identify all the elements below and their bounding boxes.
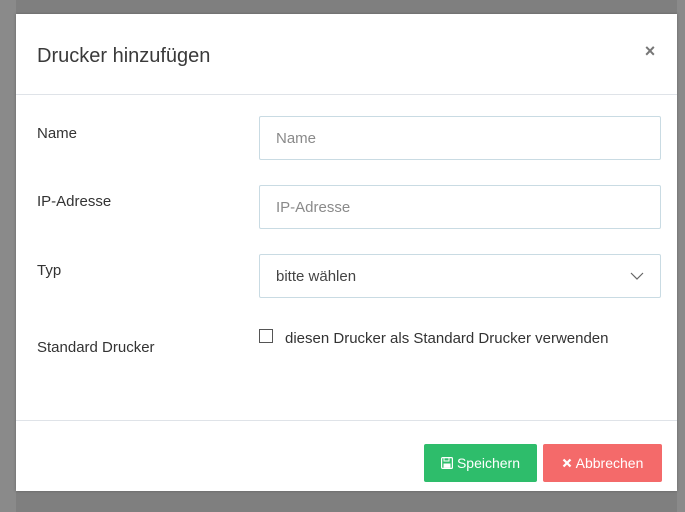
cancel-button[interactable]: Abbrechen bbox=[543, 444, 662, 482]
modal-footer: Speichern Abbrechen bbox=[16, 420, 677, 491]
save-button-label: Speichern bbox=[456, 455, 521, 471]
ip-address-input[interactable] bbox=[259, 185, 661, 229]
type-select[interactable]: bitte wählen bbox=[259, 254, 661, 298]
background-page-panel-right bbox=[677, 0, 685, 512]
type-label: Typ bbox=[37, 262, 62, 279]
save-button[interactable]: Speichern bbox=[424, 444, 537, 482]
close-icon[interactable]: × bbox=[641, 42, 659, 60]
name-input[interactable] bbox=[259, 116, 661, 160]
modal-title: Drucker hinzufügen bbox=[37, 45, 211, 67]
add-printer-dialog: Drucker hinzufügen × Name IP-Adresse Typ… bbox=[16, 14, 677, 491]
modal-header: Drucker hinzufügen × bbox=[16, 14, 677, 95]
cancel-button-label: Abbrechen bbox=[575, 455, 644, 471]
ip-address-label: IP-Adresse bbox=[37, 193, 112, 210]
floppy-disk-icon bbox=[440, 457, 453, 469]
default-printer-checkbox-label[interactable]: diesen Drucker als Standard Drucker verw… bbox=[285, 327, 625, 351]
name-label: Name bbox=[37, 125, 78, 142]
background-page-panel bbox=[0, 0, 16, 512]
times-icon bbox=[562, 458, 571, 468]
default-printer-checkbox[interactable] bbox=[259, 329, 273, 343]
default-printer-label: Standard Drucker bbox=[37, 339, 155, 356]
chevron-down-icon bbox=[630, 272, 644, 280]
type-select-value: bitte wählen bbox=[276, 267, 357, 285]
